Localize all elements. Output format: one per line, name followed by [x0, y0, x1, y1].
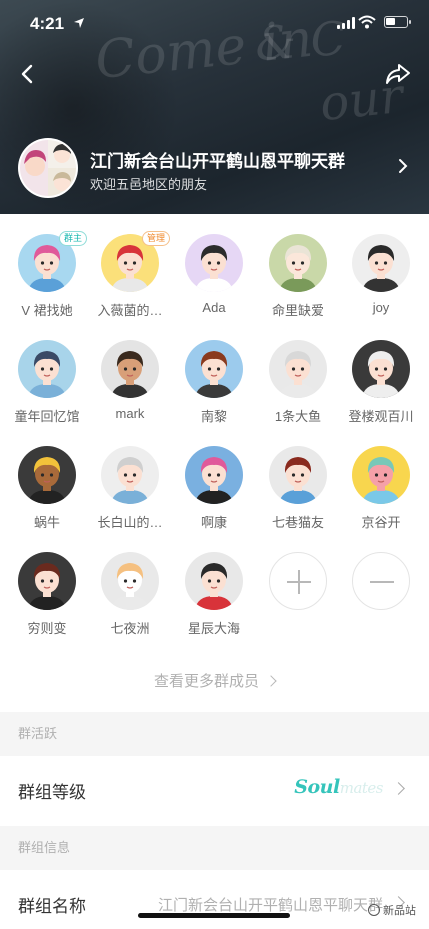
avatar [269, 340, 327, 398]
member-name: 长白山的… [97, 515, 163, 530]
member-item[interactable]: 蜗牛 [5, 446, 89, 531]
member-name: 京谷开 [361, 515, 401, 530]
member-name: mark [115, 406, 145, 421]
avatar [185, 234, 243, 292]
chevron-right-icon [392, 782, 405, 795]
signal-icon [337, 17, 355, 29]
watermark: 新品站 [368, 902, 416, 918]
wifi-icon [358, 15, 376, 29]
avatar [101, 552, 159, 610]
member-name: 南黎 [200, 409, 227, 424]
avatar [352, 446, 410, 504]
add-member-button[interactable] [256, 552, 340, 610]
member-name: Ada [202, 300, 226, 315]
member-item[interactable]: 童年回忆馆 [5, 340, 89, 425]
section-header-info: 群组信息 [0, 826, 429, 870]
plus-icon [269, 552, 327, 610]
group-avatar[interactable] [18, 138, 78, 198]
member-name: 童年回忆馆 [14, 409, 80, 424]
member-item[interactable]: 群主 V 裙找她 [5, 231, 89, 319]
section-header-activity: 群活跃 [0, 712, 429, 756]
member-item[interactable]: 长白山的… [88, 446, 172, 531]
avatar [185, 552, 243, 610]
member-name: 登楼观百川 [348, 409, 414, 424]
home-indicator[interactable] [138, 913, 290, 918]
group-name: 江门新会台山开平鹤山恩平聊天群 [90, 152, 345, 171]
member-item[interactable]: Ada [172, 234, 256, 315]
member-item[interactable]: 命里缺爱 [256, 234, 340, 319]
member-item[interactable]: joy [339, 234, 423, 315]
wechat-logo-icon [368, 904, 380, 916]
member-item[interactable]: 南黎 [172, 340, 256, 425]
member-item[interactable]: 星辰大海 [172, 552, 256, 637]
soul-mates-logo: Soulmates [294, 776, 383, 798]
battery-icon [384, 16, 411, 28]
member-item[interactable]: mark [88, 340, 172, 421]
member-name: 蜗牛 [33, 515, 60, 530]
view-more-members-link[interactable]: 查看更多群成员 [0, 670, 429, 691]
chevron-right-icon[interactable] [397, 158, 409, 174]
group-level-row[interactable]: 群组等级 Soulmates [0, 756, 429, 822]
avatar [18, 340, 76, 398]
member-item[interactable]: 1条大鱼 [256, 340, 340, 425]
admin-badge: 管理 [141, 231, 170, 246]
view-more-members-label: 查看更多群成员 [153, 673, 259, 690]
member-item[interactable]: 七巷猫友 [256, 446, 340, 531]
owner-badge: 群主 [58, 231, 87, 246]
member-name: 1条大鱼 [274, 409, 322, 424]
member-item[interactable]: 七夜洲 [88, 552, 172, 637]
avatar [352, 340, 410, 398]
member-name: V 裙找她 [21, 303, 73, 318]
member-name: 穷则变 [27, 621, 67, 636]
group-name-label: 群组名称 [18, 897, 86, 916]
member-name: 星辰大海 [187, 621, 240, 636]
group-name-value: 江门新会台山开平鹤山恩平聊天群 [157, 897, 383, 914]
avatar [269, 234, 327, 292]
member-item[interactable]: 穷则变 [5, 552, 89, 637]
member-item[interactable]: 管理入薇菌的… [88, 231, 172, 319]
member-name: 七巷猫友 [271, 515, 324, 530]
avatar [18, 552, 76, 610]
group-name-row[interactable]: 群组名称 江门新会台山开平鹤山恩平聊天群 [0, 870, 429, 929]
avatar [352, 234, 410, 292]
member-name: 命里缺爱 [271, 303, 324, 318]
avatar [101, 340, 159, 398]
group-description: 欢迎五邑地区的朋友 [90, 177, 208, 192]
status-bar: 4:21 [0, 0, 429, 46]
remove-member-button[interactable] [339, 552, 423, 610]
member-name: 七夜洲 [110, 621, 150, 636]
group-level-label: 群组等级 [18, 783, 86, 802]
avatar [18, 446, 76, 504]
group-header: Come in & C our 4:21 江门新会台山开平鹤山恩平聊天群 欢迎五… [0, 0, 429, 214]
avatar [101, 446, 159, 504]
location-arrow-icon [74, 18, 84, 28]
member-name: joy [372, 300, 390, 315]
share-icon[interactable] [385, 62, 411, 86]
status-time: 4:21 [30, 14, 65, 33]
member-name: 啊康 [200, 515, 227, 530]
back-arrow-icon[interactable] [16, 62, 40, 86]
avatar [185, 340, 243, 398]
member-item[interactable]: 登楼观百川 [339, 340, 423, 425]
chevron-right-icon [265, 675, 277, 687]
avatar [269, 446, 327, 504]
minus-icon [352, 552, 410, 610]
avatar [185, 446, 243, 504]
member-name: 入薇菌的… [97, 303, 163, 318]
member-item[interactable]: 京谷开 [339, 446, 423, 531]
member-item[interactable]: 啊康 [172, 446, 256, 531]
